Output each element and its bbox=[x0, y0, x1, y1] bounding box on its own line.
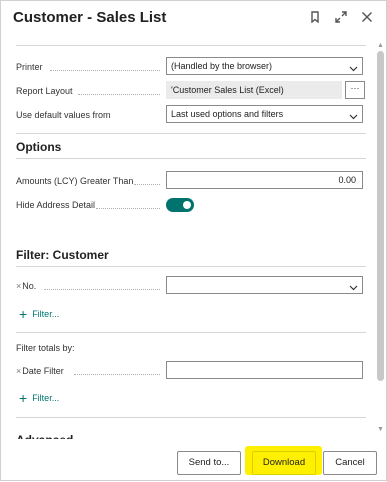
scrollbar-thumb[interactable] bbox=[377, 51, 384, 381]
cancel-button[interactable]: Cancel bbox=[323, 451, 377, 475]
chevron-down-icon bbox=[349, 62, 358, 72]
use-defaults-value: Last used options and filters bbox=[171, 109, 284, 119]
send-to-button[interactable]: Send to... bbox=[177, 451, 241, 475]
use-defaults-select[interactable]: Last used options and filters bbox=[166, 105, 363, 123]
divider bbox=[16, 417, 366, 418]
report-request-dialog: Customer - Sales List Printer (Handled b… bbox=[0, 0, 387, 481]
dialog-content[interactable]: Printer (Handled by the browser) Report … bbox=[1, 43, 377, 439]
hide-address-row: Hide Address Detail bbox=[16, 195, 366, 215]
date-filter-input[interactable] bbox=[166, 361, 363, 379]
filter-no-input[interactable] bbox=[166, 276, 363, 294]
filter-no-row: ×No. bbox=[16, 276, 366, 296]
add-totals-filter-link[interactable]: + Filter... bbox=[19, 390, 60, 406]
report-layout-row: Report Layout 'Customer Sales List (Exce… bbox=[16, 81, 366, 101]
add-customer-filter-link[interactable]: + Filter... bbox=[19, 306, 60, 322]
report-layout-value: 'Customer Sales List (Excel) bbox=[171, 85, 284, 95]
divider bbox=[16, 45, 366, 46]
label-leader bbox=[134, 184, 160, 185]
remove-filter-icon[interactable]: × bbox=[16, 366, 21, 376]
date-filter-label[interactable]: ×Date Filter bbox=[16, 361, 64, 381]
dialog-footer: Send to... Download Cancel bbox=[1, 441, 387, 482]
use-defaults-label: Use default values from bbox=[16, 110, 111, 120]
report-layout-assist-button[interactable]: ··· bbox=[345, 81, 365, 99]
hide-address-toggle[interactable] bbox=[166, 198, 194, 212]
amounts-row: Amounts (LCY) Greater Than 0.00 bbox=[16, 171, 366, 191]
chevron-down-icon bbox=[349, 281, 358, 291]
expand-icon[interactable] bbox=[334, 9, 348, 25]
label-leader bbox=[74, 374, 160, 375]
scroll-up-icon[interactable]: ▲ bbox=[377, 42, 384, 49]
divider bbox=[16, 158, 366, 159]
printer-label: Printer bbox=[16, 62, 43, 72]
title-actions bbox=[308, 9, 374, 25]
download-button[interactable]: Download bbox=[252, 451, 316, 475]
amounts-label: Amounts (LCY) Greater Than bbox=[16, 176, 134, 186]
options-section-title: Options bbox=[16, 140, 62, 154]
dialog-title: Customer - Sales List bbox=[13, 9, 167, 26]
use-defaults-row: Use default values from Last used option… bbox=[16, 105, 366, 125]
report-layout-field[interactable]: 'Customer Sales List (Excel) bbox=[166, 81, 342, 99]
scroll-down-icon[interactable]: ▼ bbox=[377, 426, 384, 433]
toggle-knob bbox=[183, 201, 191, 209]
plus-icon: + bbox=[19, 390, 28, 406]
amounts-input[interactable]: 0.00 bbox=[166, 171, 363, 189]
label-leader bbox=[78, 94, 160, 95]
remove-filter-icon[interactable]: × bbox=[16, 281, 21, 291]
divider bbox=[16, 266, 366, 267]
label-leader bbox=[44, 289, 160, 290]
printer-value: (Handled by the browser) bbox=[171, 61, 273, 71]
divider bbox=[16, 133, 366, 134]
printer-row: Printer (Handled by the browser) bbox=[16, 57, 366, 77]
date-filter-row: ×Date Filter bbox=[16, 361, 366, 381]
report-layout-label: Report Layout bbox=[16, 86, 73, 96]
filter-totals-title: Filter totals by: bbox=[16, 343, 75, 353]
filter-no-label[interactable]: ×No. bbox=[16, 276, 36, 296]
vertical-scrollbar[interactable]: ▲ ▼ bbox=[377, 42, 384, 433]
advanced-section-title-partial: Advanced bbox=[16, 433, 73, 439]
label-leader bbox=[50, 70, 160, 71]
plus-icon: + bbox=[19, 306, 28, 322]
printer-select[interactable]: (Handled by the browser) bbox=[166, 57, 363, 75]
add-filter-label: Filter... bbox=[32, 309, 60, 319]
chevron-down-icon bbox=[349, 110, 358, 120]
divider bbox=[16, 332, 366, 333]
hide-address-label: Hide Address Detail bbox=[16, 200, 96, 210]
filter-customer-section-title: Filter: Customer bbox=[16, 248, 109, 262]
close-icon[interactable] bbox=[360, 9, 374, 25]
label-leader bbox=[96, 208, 160, 209]
bookmark-icon[interactable] bbox=[308, 9, 322, 25]
add-filter-label: Filter... bbox=[32, 393, 60, 403]
